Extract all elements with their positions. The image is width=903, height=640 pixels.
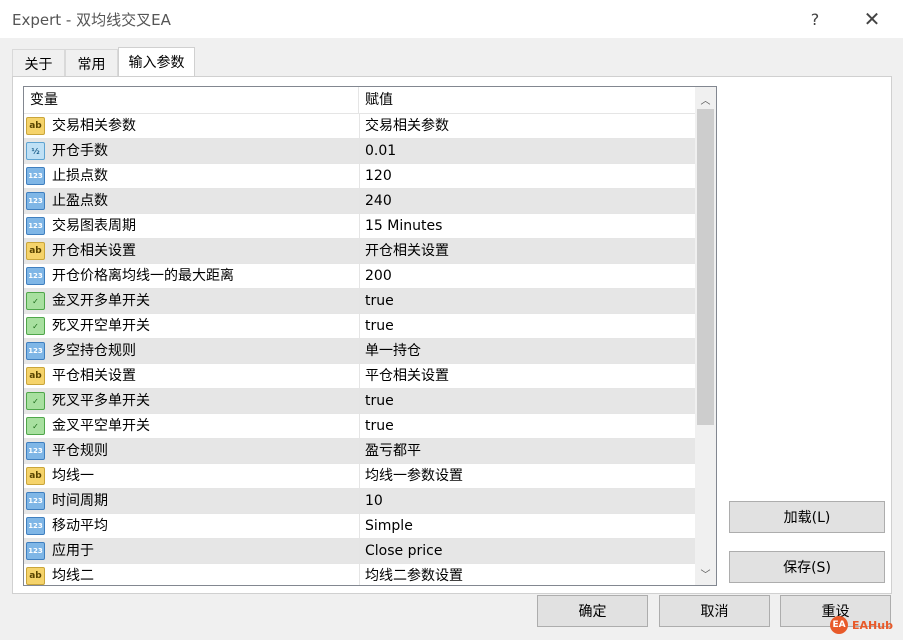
table-row[interactable]: ✓ 死叉平多单开关 true (24, 388, 695, 413)
row-variable-name: 金叉平空单开关 (52, 418, 150, 434)
load-button[interactable]: 加载(L) (729, 501, 885, 533)
row-variable-name: 止损点数 (52, 168, 108, 184)
integer-type-icon: 123 (26, 267, 45, 285)
row-value[interactable]: 200 (359, 264, 695, 288)
row-variable-name: 平仓规则 (52, 443, 108, 459)
title-bar: Expert - 双均线交叉EA ? ✕ (0, 0, 903, 38)
table-row[interactable]: ✓ 死叉开空单开关 true (24, 313, 695, 338)
header-value[interactable]: 赋值 (359, 87, 695, 113)
vertical-scrollbar[interactable]: ︿ ﹀ (695, 87, 716, 585)
table-row[interactable]: ✓ 金叉开多单开关 true (24, 288, 695, 313)
watermark-text: EAHub (852, 618, 893, 632)
row-value[interactable]: true (359, 389, 695, 413)
row-value[interactable]: 0.01 (359, 139, 695, 163)
watermark: EA EAHub (830, 614, 893, 636)
row-value[interactable]: 单一持仓 (359, 339, 695, 363)
row-value[interactable]: 开仓相关设置 (359, 239, 695, 263)
tab-common[interactable]: 常用 (65, 49, 118, 77)
row-value[interactable]: 平仓相关设置 (359, 364, 695, 388)
row-value[interactable]: 均线一参数设置 (359, 464, 695, 488)
row-variable-name: 死叉开空单开关 (52, 318, 150, 334)
integer-type-icon: 123 (26, 492, 45, 510)
header-variable[interactable]: 变量 (24, 87, 359, 113)
row-variable-name: 均线二 (52, 568, 94, 584)
table-row[interactable]: ½ 开仓手数 0.01 (24, 138, 695, 163)
bool-type-icon: ✓ (26, 392, 45, 410)
table-row[interactable]: 123 移动平均 Simple (24, 513, 695, 538)
row-value[interactable]: Close price (359, 539, 695, 563)
string-type-icon: ab (26, 242, 45, 260)
table-row[interactable]: ab 平仓相关设置 平仓相关设置 (24, 363, 695, 388)
bool-type-icon: ✓ (26, 417, 45, 435)
row-variable-name: 开仓价格离均线一的最大距离 (52, 268, 234, 284)
row-value[interactable]: 120 (359, 164, 695, 188)
ok-button[interactable]: 确定 (537, 595, 648, 627)
integer-type-icon: 123 (26, 192, 45, 210)
row-variable-name: 开仓手数 (52, 143, 108, 159)
table-row[interactable]: 123 应用于 Close price (24, 538, 695, 563)
table-row[interactable]: 123 平仓规则 盈亏都平 (24, 438, 695, 463)
bool-type-icon: ✓ (26, 317, 45, 335)
row-value[interactable]: 交易相关参数 (359, 114, 695, 138)
eahub-logo-icon: EA (830, 616, 848, 634)
tab-inputs[interactable]: 输入参数 (118, 47, 195, 76)
row-variable-name: 时间周期 (52, 493, 108, 509)
row-variable-name: 金叉开多单开关 (52, 293, 150, 309)
scroll-thumb[interactable] (697, 109, 714, 425)
string-type-icon: ab (26, 367, 45, 385)
grid-rows: ab 交易相关参数 交易相关参数 ½ 开仓手数 0.01 123 止损点数 120 123 止盈点数… (24, 113, 695, 585)
table-row[interactable]: 123 交易图表周期 15 Minutes (24, 213, 695, 238)
row-value[interactable]: 10 (359, 489, 695, 513)
double-type-icon: ½ (26, 142, 45, 160)
cancel-button[interactable]: 取消 (659, 595, 770, 627)
scroll-up-icon[interactable]: ︿ (695, 89, 716, 109)
row-variable-name: 交易图表周期 (52, 218, 136, 234)
scroll-down-icon[interactable]: ﹀ (695, 563, 716, 583)
tab-about[interactable]: 关于 (12, 49, 65, 77)
window-title: Expert - 双均线交叉EA (12, 11, 171, 29)
table-row[interactable]: 123 开仓价格离均线一的最大距离 200 (24, 263, 695, 288)
integer-type-icon: 123 (26, 167, 45, 185)
row-value[interactable]: Simple (359, 514, 695, 538)
row-variable-name: 开仓相关设置 (52, 243, 136, 259)
table-row[interactable]: 123 多空持仓规则 单一持仓 (24, 338, 695, 363)
row-variable-name: 均线一 (52, 468, 94, 484)
row-variable-name: 死叉平多单开关 (52, 393, 150, 409)
row-variable-name: 平仓相关设置 (52, 368, 136, 384)
table-row[interactable]: 123 时间周期 10 (24, 488, 695, 513)
table-row[interactable]: ab 交易相关参数 交易相关参数 (24, 113, 695, 138)
row-value[interactable]: true (359, 314, 695, 338)
integer-type-icon: 123 (26, 342, 45, 360)
string-type-icon: ab (26, 467, 45, 485)
table-row[interactable]: ✓ 金叉平空单开关 true (24, 413, 695, 438)
close-button[interactable]: ✕ (849, 0, 895, 38)
row-value[interactable]: 盈亏都平 (359, 439, 695, 463)
save-button[interactable]: 保存(S) (729, 551, 885, 583)
integer-type-icon: 123 (26, 442, 45, 460)
string-type-icon: ab (26, 117, 45, 135)
row-value[interactable]: 240 (359, 189, 695, 213)
integer-type-icon: 123 (26, 517, 45, 535)
table-row[interactable]: 123 止盈点数 240 (24, 188, 695, 213)
table-row[interactable]: ab 均线一 均线一参数设置 (24, 463, 695, 488)
integer-type-icon: 123 (26, 542, 45, 560)
integer-type-icon: 123 (26, 217, 45, 235)
table-row[interactable]: 123 止损点数 120 (24, 163, 695, 188)
row-variable-name: 交易相关参数 (52, 118, 136, 134)
row-variable-name: 应用于 (52, 543, 94, 559)
table-row[interactable]: ab 开仓相关设置 开仓相关设置 (24, 238, 695, 263)
row-value[interactable]: 15 Minutes (359, 214, 695, 238)
help-button[interactable]: ? (792, 0, 838, 38)
string-type-icon: ab (26, 567, 45, 585)
grid-header: 变量 赋值 (24, 87, 695, 113)
bool-type-icon: ✓ (26, 292, 45, 310)
row-value[interactable]: true (359, 414, 695, 438)
row-variable-name: 移动平均 (52, 518, 108, 534)
table-row[interactable]: ab 均线二 均线二参数设置 (24, 563, 695, 585)
row-variable-name: 止盈点数 (52, 193, 108, 209)
row-variable-name: 多空持仓规则 (52, 343, 136, 359)
parameters-grid: 变量 赋值 ab 交易相关参数 交易相关参数 ½ 开仓手数 0.01 123 止损点数 120 1… (23, 86, 717, 586)
row-value[interactable]: true (359, 289, 695, 313)
row-value[interactable]: 均线二参数设置 (359, 564, 695, 585)
